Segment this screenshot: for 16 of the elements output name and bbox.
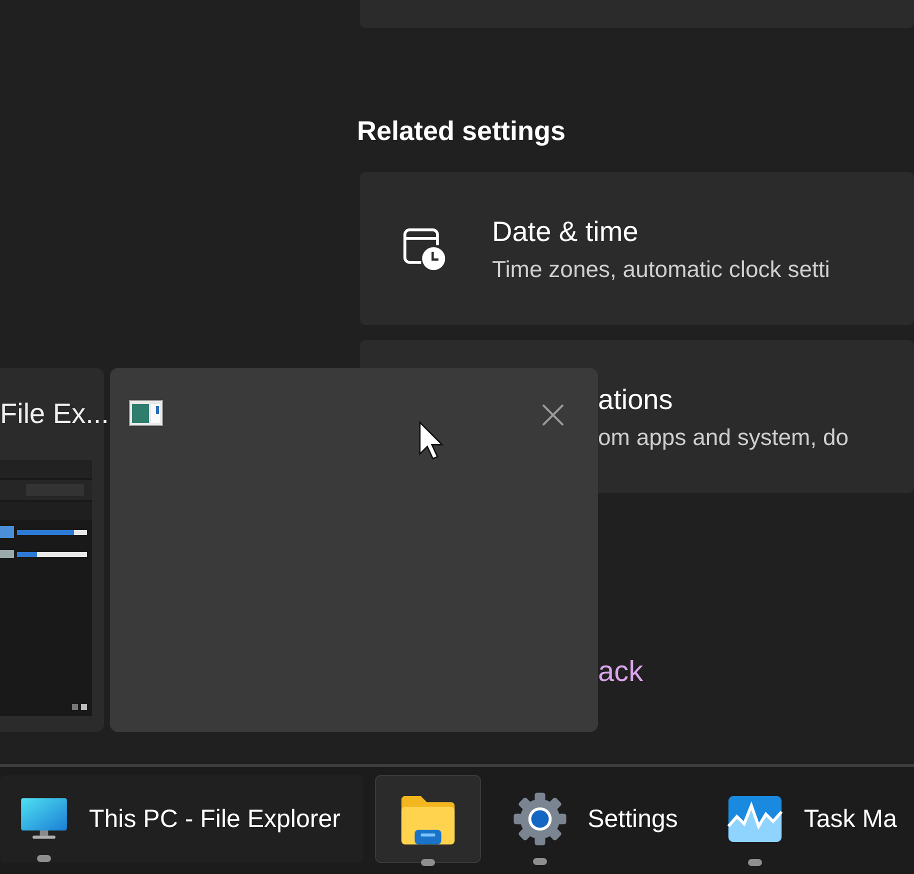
settings-card[interactable]: Date & time Time zones, automatic clock setti bbox=[360, 172, 914, 325]
taskbar-button[interactable]: Task Ma bbox=[706, 775, 914, 863]
section-heading: Related settings bbox=[357, 115, 567, 148]
taskbar-button[interactable]: Settings bbox=[492, 775, 695, 863]
taskbar-button[interactable]: This PC - File Explorer bbox=[0, 775, 364, 863]
taskbar-button[interactable] bbox=[375, 775, 481, 863]
settings-icon bbox=[512, 791, 568, 847]
mouse-cursor-icon bbox=[418, 420, 444, 462]
card-description: Time zones, automatic clock setti bbox=[492, 254, 830, 284]
window-preview[interactable]: File Ex... bbox=[0, 368, 104, 732]
calendar-clock-icon bbox=[402, 226, 448, 272]
card-title: ations bbox=[598, 382, 674, 416]
card-description: om apps and system, do bbox=[598, 422, 849, 452]
window-icon bbox=[129, 400, 163, 426]
feedback-link[interactable]: ack bbox=[598, 656, 644, 689]
card-title: Date & time bbox=[492, 214, 640, 248]
